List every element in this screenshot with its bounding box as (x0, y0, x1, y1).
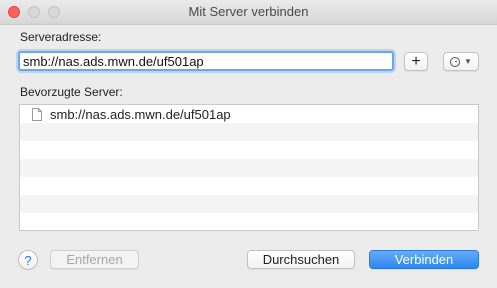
question-mark-icon: ? (24, 252, 32, 268)
title-bar: Mit Server verbinden (0, 0, 497, 25)
list-item (20, 177, 478, 195)
list-item-label: smb://nas.ads.mwn.de/uf501ap (50, 106, 231, 122)
connect-button[interactable]: Verbinden (369, 250, 479, 269)
add-favorite-button[interactable]: + (404, 52, 428, 71)
document-icon (32, 107, 42, 121)
clock-icon (450, 56, 461, 67)
help-button[interactable]: ? (18, 250, 38, 270)
server-address-label: Serveradresse: (20, 30, 102, 44)
list-item (20, 141, 478, 159)
favorites-label: Bevorzugte Server: (20, 85, 123, 99)
window-title: Mit Server verbinden (188, 4, 309, 19)
list-item (20, 159, 478, 177)
list-item (20, 123, 478, 141)
recent-servers-button[interactable]: ▼ (443, 52, 479, 71)
connect-to-server-window: Mit Server verbinden Serveradresse: + ▼ … (0, 0, 497, 288)
server-address-input[interactable] (18, 51, 394, 71)
remove-button[interactable]: Entfernen (50, 250, 139, 269)
list-item (20, 195, 478, 213)
favorites-list[interactable]: smb://nas.ads.mwn.de/uf501ap (19, 104, 479, 231)
chevron-down-icon: ▼ (464, 57, 472, 66)
list-item[interactable]: smb://nas.ads.mwn.de/uf501ap (20, 105, 478, 123)
browse-button[interactable]: Durchsuchen (247, 250, 355, 269)
list-item (20, 213, 478, 230)
plus-icon: + (411, 52, 421, 70)
